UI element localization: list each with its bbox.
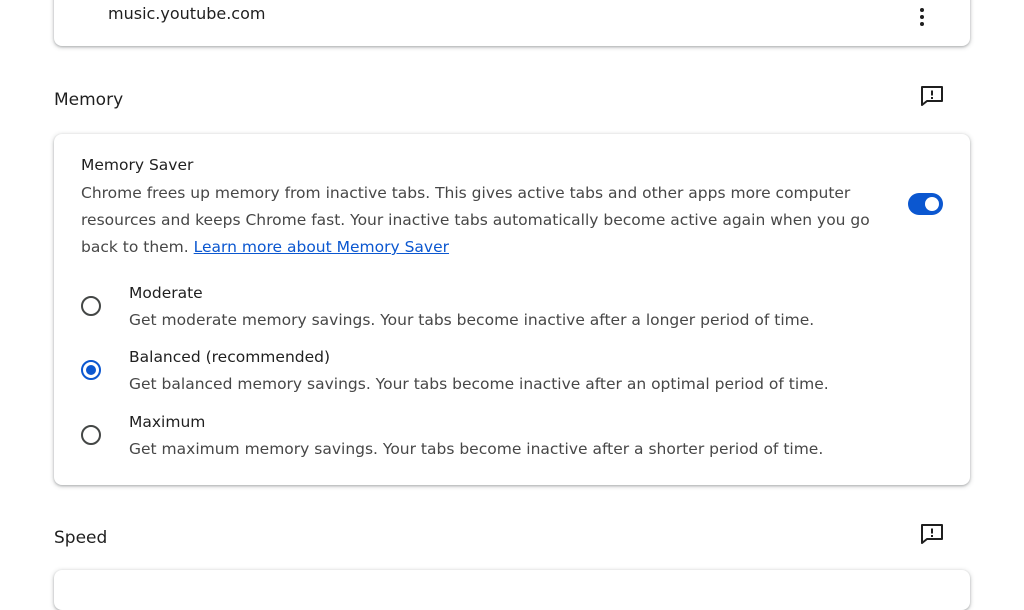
- speed-section-title: Speed: [54, 528, 108, 548]
- radio-moderate[interactable]: [81, 296, 101, 316]
- option-label: Maximum: [129, 413, 206, 431]
- option-balanced[interactable]: Balanced (recommended) Get balanced memo…: [54, 348, 970, 408]
- option-maximum[interactable]: Maximum Get maximum memory savings. Your…: [54, 413, 970, 473]
- more-vert-icon[interactable]: [912, 4, 932, 30]
- option-description: Get moderate memory savings. Your tabs b…: [129, 311, 815, 329]
- option-description: Get maximum memory savings. Your tabs be…: [129, 440, 824, 458]
- radio-balanced[interactable]: [81, 360, 101, 380]
- speed-card: [54, 570, 970, 610]
- option-moderate[interactable]: Moderate Get moderate memory savings. Yo…: [54, 284, 970, 344]
- radio-maximum[interactable]: [81, 425, 101, 445]
- memory-saver-card: Memory Saver Chrome frees up memory from…: [54, 134, 970, 485]
- option-description: Get balanced memory savings. Your tabs b…: [129, 375, 829, 393]
- memory-saver-title: Memory Saver: [81, 156, 194, 174]
- option-label: Moderate: [129, 284, 203, 302]
- memory-saver-toggle[interactable]: [908, 193, 943, 215]
- feedback-icon[interactable]: [919, 522, 945, 546]
- memory-section-title: Memory: [54, 90, 124, 110]
- toggle-knob: [925, 197, 939, 211]
- site-name: music.youtube.com: [108, 4, 266, 23]
- option-label: Balanced (recommended): [129, 348, 331, 366]
- learn-more-link[interactable]: Learn more about Memory Saver: [194, 238, 449, 256]
- memory-saver-description: Chrome frees up memory from inactive tab…: [81, 180, 881, 261]
- feedback-icon[interactable]: [919, 84, 945, 108]
- site-list-card: music.youtube.com: [54, 0, 970, 46]
